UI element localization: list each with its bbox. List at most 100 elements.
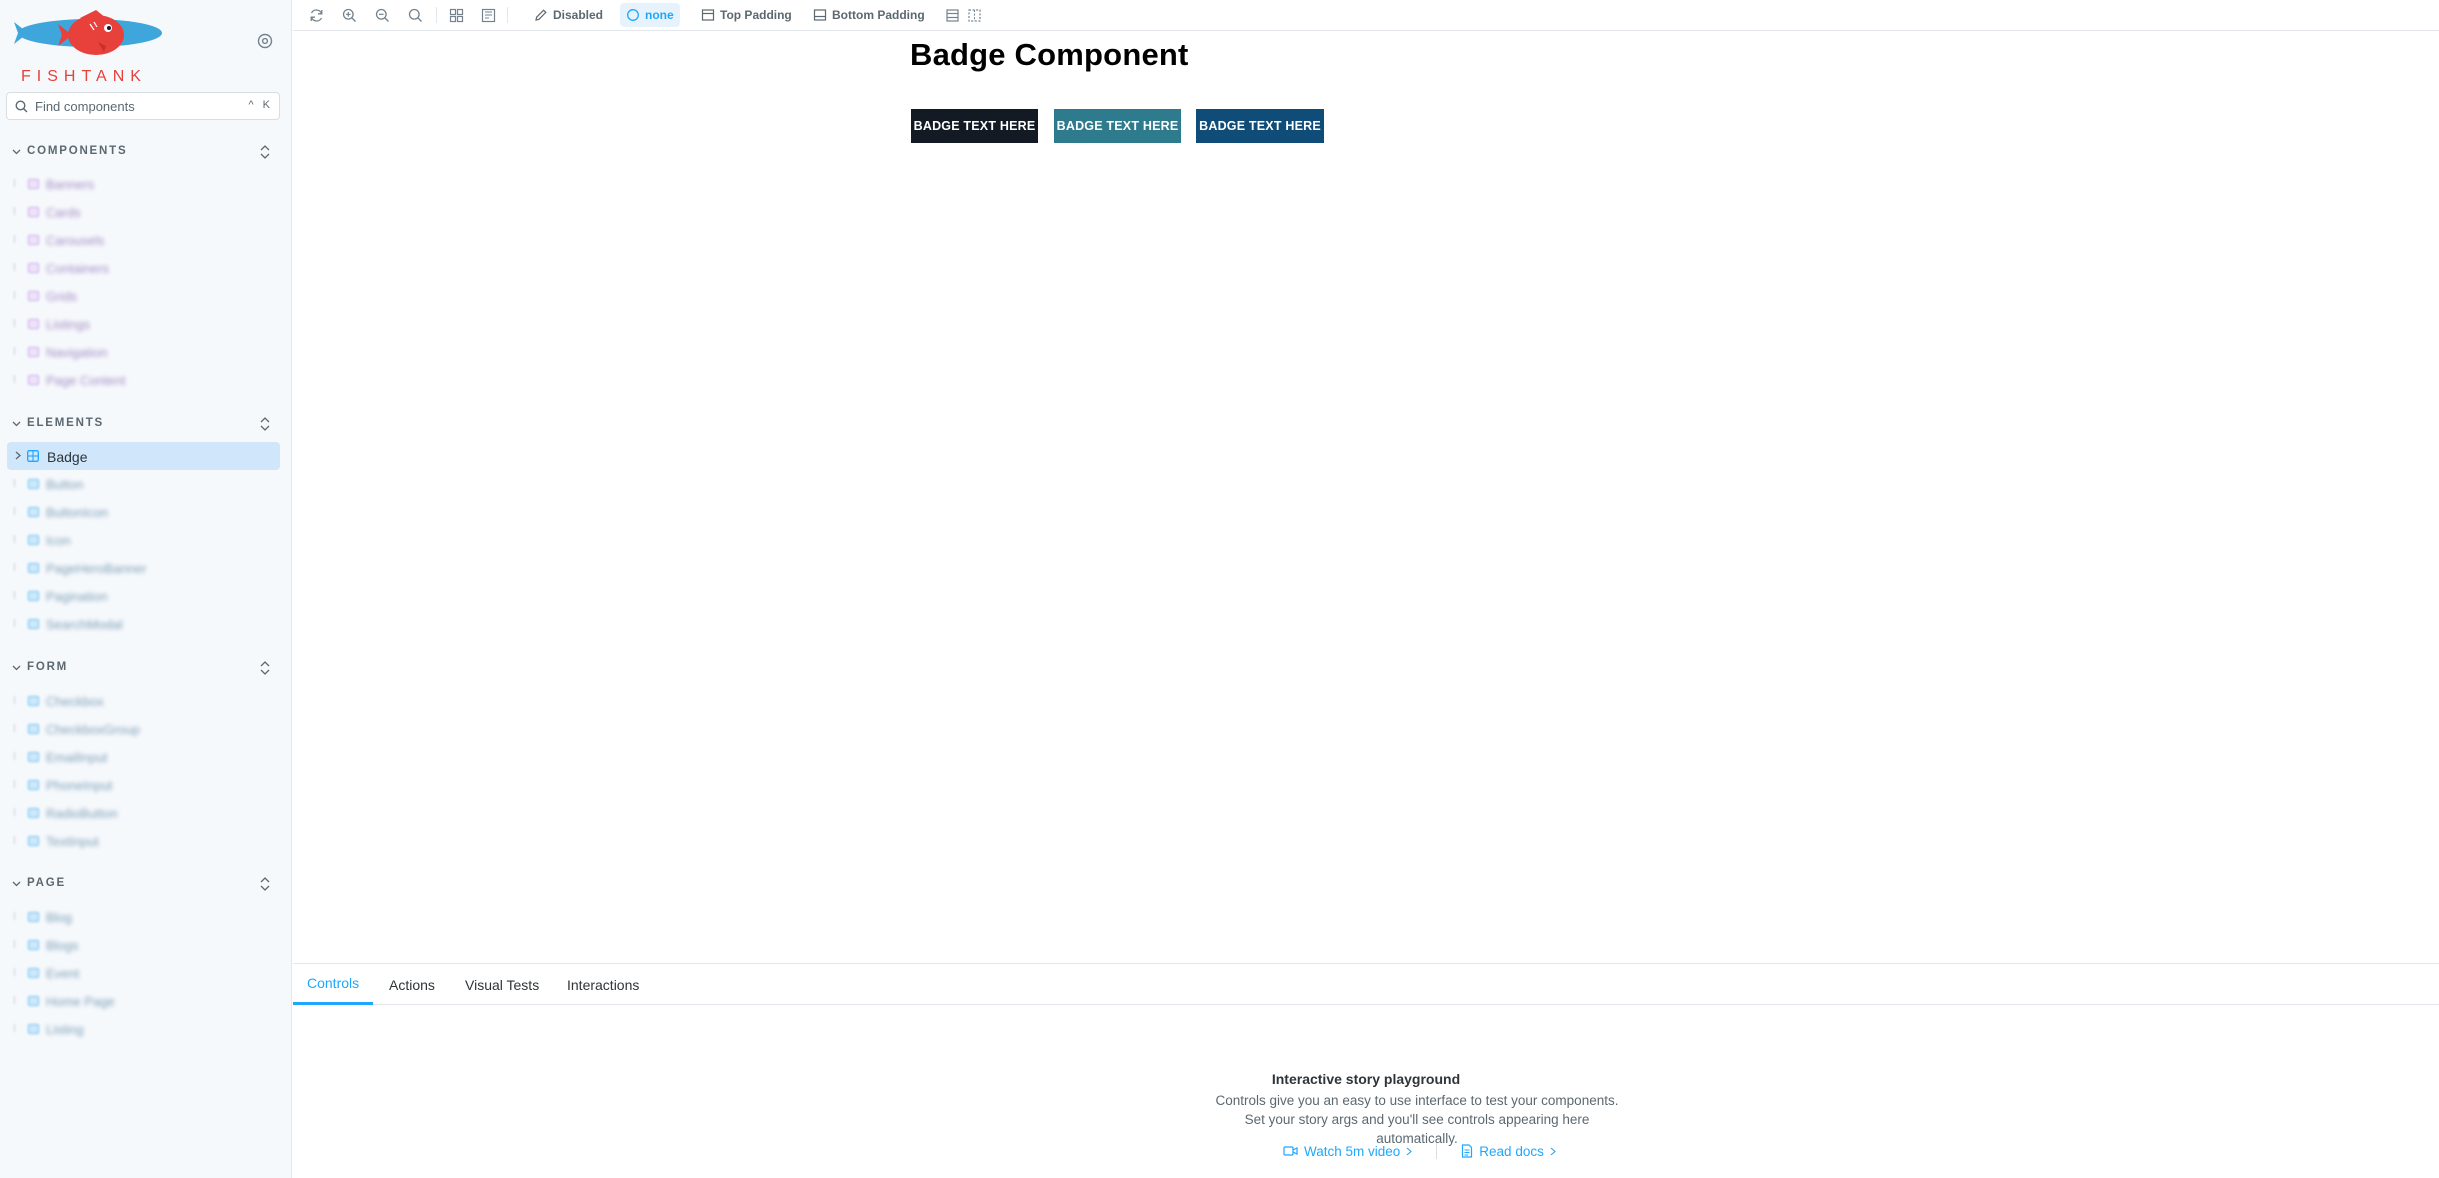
section-page[interactable]: PAGE	[0, 874, 292, 894]
empty-state-title: Interactive story playground	[1271, 1071, 1461, 1087]
tree-item[interactable]: Icon	[0, 526, 292, 554]
theme-none-button[interactable]: none	[620, 3, 680, 27]
chevron-right-icon	[15, 451, 21, 460]
folder-icon	[28, 291, 39, 301]
tab-actions[interactable]: Actions	[375, 964, 449, 1005]
tree-item[interactable]: Cards	[0, 198, 292, 226]
tree-item[interactable]: Containers	[0, 254, 292, 282]
video-icon	[1283, 1146, 1298, 1156]
tree-item[interactable]: RadioButton	[0, 799, 292, 827]
tree-item[interactable]: CheckboxGroup	[0, 715, 292, 743]
outline-icon[interactable]	[965, 6, 983, 24]
tree-item[interactable]: Blogs	[0, 931, 292, 959]
tree-item[interactable]: Page Content	[0, 366, 292, 394]
folder-icon	[28, 235, 39, 245]
section-title: COMPONENTS	[27, 145, 128, 157]
section-form[interactable]: FORM	[0, 658, 292, 678]
tab-controls[interactable]: Controls	[293, 964, 374, 1005]
badge-navy: BADGE TEXT HERE	[1196, 109, 1324, 143]
toolbar: Disabled none Top Padding Bottom Padding	[293, 0, 2439, 31]
empty-state-links: Watch 5m video Read docs	[1283, 1141, 1556, 1161]
section-title: PAGE	[27, 877, 66, 889]
folder-icon	[28, 263, 39, 273]
tree-item[interactable]: Grids	[0, 282, 292, 310]
brand-name: FISHTANK	[21, 68, 147, 85]
tree-item[interactable]: TextInput	[0, 827, 292, 855]
tree-item[interactable]: Event	[0, 959, 292, 987]
tree-item[interactable]: Banners	[0, 170, 292, 198]
component-icon	[28, 1024, 39, 1034]
tree-item[interactable]: PageHeroBanner	[0, 554, 292, 582]
tree-item[interactable]: Button	[0, 470, 292, 498]
reload-icon[interactable]	[307, 6, 325, 24]
document-icon	[1462, 1144, 1473, 1158]
tab-interactions[interactable]: Interactions	[553, 964, 653, 1005]
pencil-icon	[535, 9, 547, 21]
chevron-down-icon	[12, 421, 21, 427]
addons-tabs: Controls Actions Visual Tests Interactio…	[293, 964, 2439, 1005]
folder-icon	[28, 319, 39, 329]
page-tree: Blog Blogs Event Home Page Listing	[0, 903, 292, 1043]
search-shortcut: ^ K	[248, 99, 273, 111]
expand-collapse-icon[interactable]	[258, 144, 272, 160]
watch-video-link[interactable]: Watch 5m video	[1283, 1143, 1413, 1159]
component-icon	[28, 968, 39, 978]
chevron-right-icon	[1406, 1147, 1413, 1155]
zoom-reset-icon[interactable]	[406, 6, 424, 24]
bottom-padding-label: Bottom Padding	[832, 8, 925, 22]
component-icon	[28, 507, 39, 517]
read-docs-link[interactable]: Read docs	[1461, 1144, 1556, 1159]
tree-item-label: Badge	[47, 449, 88, 465]
search-box[interactable]: ^ K	[6, 92, 280, 120]
section-title: ELEMENTS	[27, 417, 105, 429]
grid-icon[interactable]	[447, 6, 465, 24]
component-icon	[28, 836, 39, 846]
tree-item[interactable]: Navigation	[0, 338, 292, 366]
bottom-padding-button[interactable]: Bottom Padding	[807, 3, 931, 27]
circle-icon	[627, 9, 639, 21]
tree-item[interactable]: PhoneInput	[0, 771, 292, 799]
component-icon	[28, 479, 39, 489]
chevron-down-icon	[12, 149, 21, 155]
tree-item[interactable]: Carousels	[0, 226, 292, 254]
folder-icon	[28, 375, 39, 385]
section-components[interactable]: COMPONENTS	[0, 142, 292, 162]
settings-gear-icon[interactable]	[256, 32, 274, 50]
top-padding-icon	[701, 9, 715, 21]
component-icon	[28, 535, 39, 545]
padding-both-icon[interactable]	[943, 6, 961, 24]
empty-state-description: Controls give you an easy to use interfa…	[1215, 1093, 1619, 1146]
zoom-out-icon[interactable]	[373, 6, 391, 24]
expand-collapse-icon[interactable]	[258, 660, 272, 676]
section-elements[interactable]: ELEMENTS	[0, 414, 292, 434]
tab-visual-tests[interactable]: Visual Tests	[451, 964, 553, 1005]
search-input[interactable]	[35, 97, 235, 115]
background-icon[interactable]	[479, 6, 497, 24]
section-title: FORM	[27, 661, 69, 673]
component-icon	[28, 563, 39, 573]
sidebar: FISHTANK ^ K COMPONENTS Banners Cards Ca…	[0, 0, 292, 1178]
badge-teal: BADGE TEXT HERE	[1054, 109, 1181, 143]
tree-item[interactable]: Home Page	[0, 987, 292, 1015]
expand-collapse-icon[interactable]	[258, 416, 272, 432]
fishtank-logo[interactable]: FISHTANK	[10, 8, 170, 85]
top-padding-button[interactable]: Top Padding	[695, 3, 798, 27]
expand-collapse-icon[interactable]	[258, 876, 272, 892]
chevron-down-icon	[12, 881, 21, 887]
watch-video-label: Watch 5m video	[1304, 1143, 1401, 1159]
none-label: none	[645, 8, 674, 22]
disabled-toggle-button[interactable]: Disabled	[528, 3, 609, 27]
addons-panel: Controls Actions Visual Tests Interactio…	[293, 963, 2439, 1178]
tree-item[interactable]: Blog	[0, 903, 292, 931]
tree-item[interactable]: Pagination	[0, 582, 292, 610]
tree-item[interactable]: Listings	[0, 310, 292, 338]
tree-item-badge[interactable]: Badge	[7, 442, 280, 470]
tree-item[interactable]: SearchModal	[0, 610, 292, 638]
tree-item[interactable]: ButtonIcon	[0, 498, 292, 526]
components-tree: Banners Cards Carousels Containers Grids…	[0, 170, 292, 394]
tree-item[interactable]: Listing	[0, 1015, 292, 1043]
component-icon	[28, 619, 39, 629]
zoom-in-icon[interactable]	[340, 6, 358, 24]
tree-item[interactable]: EmailInput	[0, 743, 292, 771]
tree-item[interactable]: Checkbox	[0, 687, 292, 715]
